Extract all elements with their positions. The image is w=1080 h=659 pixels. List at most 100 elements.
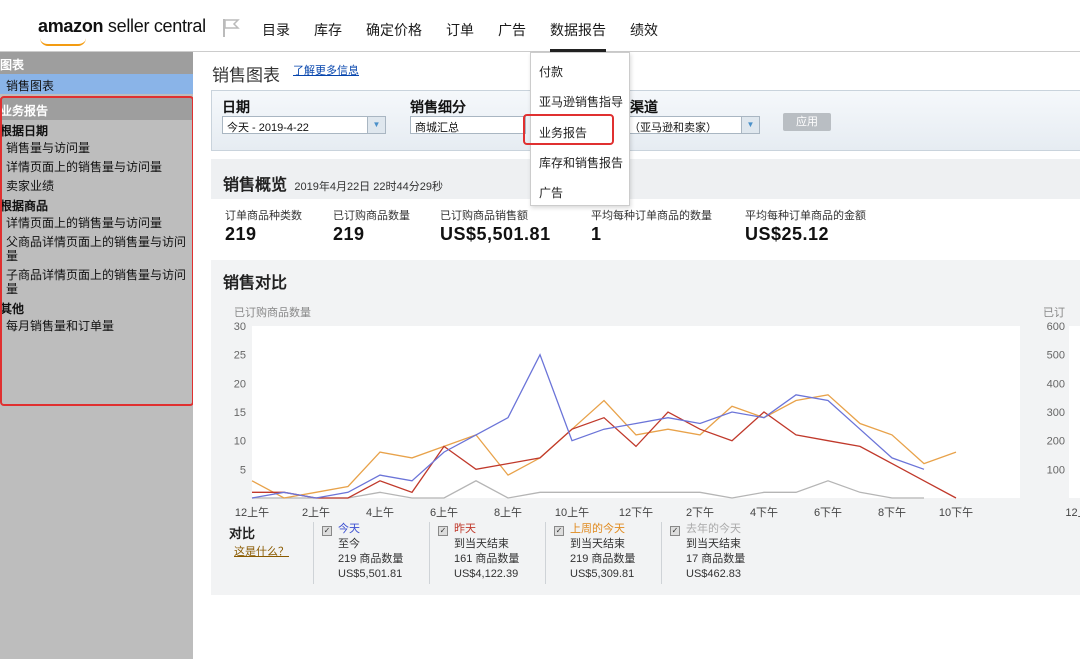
nav-orders[interactable]: 订单 (446, 20, 474, 53)
checkbox-checked-icon[interactable]: ✓ (322, 526, 332, 536)
logo-seller-central-text: seller central (107, 16, 206, 36)
highlight-box-business-reports (0, 96, 194, 406)
x-tick-label: 8下午 (878, 506, 906, 518)
whats-this-link[interactable]: 这是什么？ (234, 543, 289, 559)
sales-comparison-panel: 销售对比 已订购商品数量 30 25 20 15 10 5 12上午 2上午 4上午 6上午 8上午 1… (211, 260, 1080, 595)
legend-series-name: 昨天 (454, 523, 476, 535)
legend-line: 到当天结束 (686, 538, 741, 550)
chevron-down-icon: ▼ (741, 117, 759, 133)
x-tick-label: 6下午 (814, 506, 842, 518)
highlight-box-business-reports-menu (523, 114, 614, 145)
legend-last-week[interactable]: ✓ 上周的今天 到当天结束 219 商品数量 US$5,309.81 (545, 522, 657, 584)
checkbox-checked-icon[interactable]: ✓ (670, 526, 680, 536)
nav-advertising[interactable]: 广告 (498, 20, 526, 53)
legend-line: 219 商品数量 (570, 553, 636, 565)
x-tick-label: 10下午 (939, 506, 973, 518)
legend-line: US$5,309.81 (570, 568, 635, 580)
right-x-tick-label: 12上 (1065, 506, 1080, 518)
legend-line: 到当天结束 (454, 538, 509, 550)
chevron-down-icon: ▼ (367, 117, 385, 133)
metric-value: US$5,501.81 (440, 224, 551, 244)
y-axis-label: 已订购商品数量 (234, 305, 311, 319)
metric-order-item-types: 订单商品种类数 219 (225, 207, 302, 245)
nav-inventory[interactable]: 库存 (314, 20, 342, 53)
menu-item-inventory-sales-reports[interactable]: 库存和销售报告 (539, 154, 623, 171)
nav-pricing[interactable]: 确定价格 (366, 20, 422, 53)
right-y-tick-label: 500 (1047, 350, 1065, 362)
apply-button[interactable]: 应用 (783, 113, 831, 131)
nav-performance[interactable]: 绩效 (630, 20, 658, 53)
legend-today[interactable]: ✓ 今天 至今 219 商品数量 US$5,501.81 (313, 522, 425, 584)
amazon-smile-icon (40, 38, 86, 46)
legend-last-year[interactable]: ✓ 去年的今天 到当天结束 17 商品数量 US$462.83 (661, 522, 773, 584)
y-tick-label: 25 (234, 350, 246, 362)
right-y-tick-label: 100 (1047, 464, 1065, 476)
metric-value: 1 (591, 224, 602, 244)
metric-avg-units-per-item: 平均每种订单商品的数量 1 (591, 207, 712, 245)
right-y-tick-label: 200 (1047, 436, 1065, 448)
metric-ordered-sales: 已订购商品销售额 US$5,501.81 (440, 207, 551, 245)
metric-label: 订单商品种类数 (225, 210, 302, 222)
metric-units-ordered: 已订购商品数量 219 (333, 207, 410, 245)
date-select[interactable]: 今天 - 2019-4-22 ▼ (222, 116, 386, 134)
legend-yesterday[interactable]: ✓ 昨天 到当天结束 161 商品数量 US$4,122.39 (429, 522, 541, 584)
menu-item-selling-coach[interactable]: 亚马逊销售指导 (539, 93, 623, 110)
breakdown-select-value: 商城汇总 (415, 122, 459, 134)
x-tick-label: 10上午 (555, 506, 589, 518)
x-tick-label: 2上午 (302, 506, 330, 518)
menu-item-payments[interactable]: 付款 (539, 63, 563, 80)
date-select-value: 今天 - 2019-4-22 (227, 122, 309, 134)
checkbox-checked-icon[interactable]: ✓ (554, 526, 564, 536)
legend-line: 到当天结束 (570, 538, 625, 550)
page-title: 销售图表 (212, 66, 280, 85)
x-tick-label: 2下午 (686, 506, 714, 518)
logo-amazon-text: amazon (38, 16, 104, 36)
amazon-seller-central-logo[interactable]: amazon seller central (38, 16, 206, 46)
channel-select[interactable]: （亚马逊和卖家） ▼ (624, 116, 760, 134)
legend-series-name: 去年的今天 (686, 523, 741, 535)
main-content: 销售图表 了解更多信息 日期 今天 - 2019-4-22 ▼ 销售细分 商城汇… (193, 52, 1080, 659)
legend-series-name: 上周的今天 (570, 523, 625, 535)
legend-line: US$462.83 (686, 568, 742, 580)
right-y-tick-label: 300 (1047, 407, 1065, 419)
plot-area (252, 326, 1020, 498)
legend-line: 17 商品数量 (686, 553, 746, 565)
y-tick-label: 5 (240, 464, 246, 476)
overview-header: 销售概览 2019年4月22日 22时44分29秒 (211, 159, 1080, 199)
legend-line: US$5,501.81 (338, 568, 403, 580)
metric-value: 219 (333, 224, 365, 244)
x-tick-label: 8上午 (494, 506, 522, 518)
right-plot-area (1069, 326, 1080, 498)
metric-label: 平均每种订单商品的数量 (591, 210, 712, 222)
right-y-tick-label: 600 (1047, 321, 1065, 333)
metric-value: 219 (225, 224, 257, 244)
checkbox-checked-icon[interactable]: ✓ (438, 526, 448, 536)
legend-title: 对比 (229, 526, 256, 541)
filter-bar: 日期 今天 - 2019-4-22 ▼ 销售细分 商城汇总 渠道 （亚马逊和卖家… (211, 90, 1080, 151)
legend-line: 161 商品数量 (454, 553, 520, 565)
nav-catalog[interactable]: 目录 (262, 20, 290, 53)
metric-label: 已订购商品销售额 (440, 210, 528, 222)
legend-series-name: 今天 (338, 523, 360, 535)
y-tick-label: 30 (234, 321, 246, 333)
breakdown-label: 销售细分 (410, 99, 466, 115)
right-y-tick-label: 400 (1047, 378, 1065, 390)
metric-label: 已订购商品数量 (333, 210, 410, 222)
sidebar-item-sales-chart[interactable]: 销售图表 (0, 74, 193, 94)
y-tick-label: 15 (234, 407, 246, 419)
learn-more-link[interactable]: 了解更多信息 (293, 62, 359, 78)
legend-line: 至今 (338, 538, 360, 550)
flag-icon[interactable] (222, 18, 240, 38)
x-tick-label: 12上午 (235, 506, 269, 518)
x-tick-label: 4上午 (366, 506, 394, 518)
menu-item-advertising[interactable]: 广告 (539, 184, 563, 201)
metric-avg-sales-per-item: 平均每种订单商品的金额 US$25.12 (745, 207, 866, 245)
y-tick-label: 10 (234, 436, 246, 448)
right-axis-label: 已订 (1043, 306, 1065, 319)
sales-comparison-chart: 已订购商品数量 30 25 20 15 10 5 12上午 2上午 4上午 6上午 8上午 10上午 12… (234, 305, 1080, 518)
x-tick-label: 12下午 (619, 506, 653, 518)
breakdown-select[interactable]: 商城汇总 (410, 116, 526, 134)
sidebar-header-charts: 图表 (0, 52, 193, 74)
x-tick-label: 6上午 (430, 506, 458, 518)
nav-reports[interactable]: 数据报告 (550, 20, 606, 53)
